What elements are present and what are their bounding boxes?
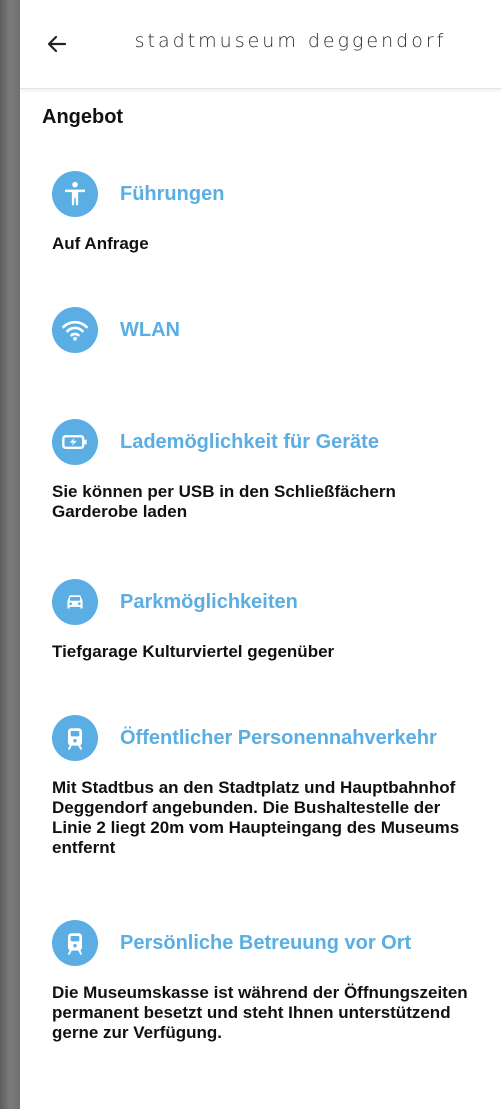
offer-description: Sie können per USB in den Schließfächern… [52,482,396,521]
train-icon [52,715,98,761]
wifi-icon [52,307,98,353]
offer-description: Auf Anfrage [52,234,149,253]
accessibility-person-icon [52,171,98,217]
offer-title: WLAN [120,318,180,341]
offer-description: Mit Stadtbus an den Stadtplatz und Haupt… [52,778,460,857]
app-title: Stadtmuseum Deggendorf [134,30,447,52]
offer-description: Die Museumskasse ist während der Öffnung… [52,983,468,1042]
offer-item-wlan: WLAN [52,306,482,354]
offer-title: Lademöglichkeit für Geräte [120,430,379,453]
offer-title: Parkmöglichkeiten [120,590,298,613]
offer-item-guided-tours: Führungen Auf Anfrage [52,170,482,254]
back-button[interactable] [42,29,72,59]
offer-item-public-transport: Öffentlicher Personennahverkehr Mit Stad… [52,714,482,858]
page-title: Angebot [42,106,124,128]
offer-item-charging: Lademöglichkeit für Geräte Sie können pe… [52,418,482,522]
arrow-left-icon [47,35,67,53]
battery-charging-icon [52,419,98,465]
app-bar: Stadtmuseum Deggendorf [20,0,501,89]
offer-description: Tiefgarage Kulturviertel gegenüber [52,642,335,661]
offer-item-personal-support: Persönliche Betreuung vor Ort Die Museum… [52,919,482,1043]
offer-title: Persönliche Betreuung vor Ort [120,931,412,954]
car-icon [52,579,98,625]
app-screen: Stadtmuseum Deggendorf Angebot Führungen… [20,0,501,1109]
train-icon [52,920,98,966]
offer-title: Führungen [120,182,225,205]
offer-title: Öffentlicher Personennahverkehr [120,726,437,749]
offer-item-parking: Parkmöglichkeiten Tiefgarage Kulturviert… [52,578,482,662]
